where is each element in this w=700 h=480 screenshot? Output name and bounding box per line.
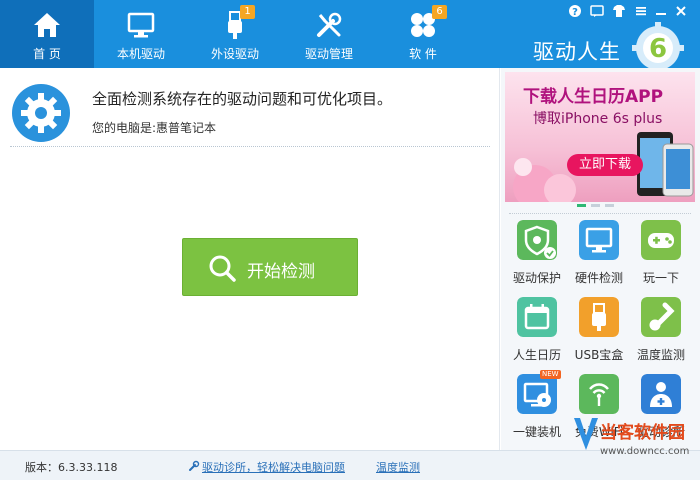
top-nav-bar: 首 页 本机驱动 1 外设驱动 驱动管理 6 软 件 ? 驱动人生 6 — [0, 0, 700, 70]
watermark: 当客软件园 www.downcc.com — [570, 410, 700, 480]
pager-dot[interactable] — [605, 204, 614, 207]
promo-subtitle: 博取iPhone 6s plus — [533, 111, 663, 127]
tools-icon — [317, 12, 342, 37]
tab-driver-management[interactable]: 驱动管理 — [282, 0, 376, 68]
logo-digit: 6 — [649, 34, 667, 64]
wrench-icon — [189, 460, 200, 471]
message-icon[interactable] — [588, 4, 606, 20]
driver-clinic-link[interactable]: 驱动诊所，轻松解决电脑问题 — [202, 459, 345, 475]
side-divider — [509, 213, 691, 214]
start-scan-label: 开始检测 — [247, 262, 315, 282]
divider — [10, 146, 490, 147]
svg-text:?: ? — [572, 7, 578, 18]
tab-peripheral-drivers-label: 外设驱动 — [210, 47, 259, 61]
tool-driver-protect[interactable]: 驱动保护 — [506, 220, 568, 290]
version-text: 版本：6.3.33.118 — [25, 461, 118, 474]
monitor-check-icon — [579, 220, 619, 260]
doctor-icon — [641, 374, 681, 414]
promo-banner[interactable]: 下载人生日历APP 博取iPhone 6s plus 立即下载 — [505, 72, 695, 202]
watermark-text: 当客软件园 — [600, 423, 685, 443]
skin-icon[interactable] — [610, 4, 628, 20]
tool-label: 温度监测 — [636, 348, 685, 362]
home-icon — [34, 13, 60, 37]
help-icon[interactable]: ? — [566, 4, 584, 20]
pager-dot[interactable] — [577, 204, 586, 207]
tab-home[interactable]: 首 页 — [0, 0, 94, 68]
peripheral-badge: 1 — [240, 5, 255, 19]
wifi-icon — [579, 374, 619, 414]
tool-hardware-check[interactable]: 硬件检测 — [568, 220, 630, 290]
tool-calendar[interactable]: 人生日历 — [506, 297, 568, 367]
tab-peripheral-drivers[interactable]: 1 外设驱动 — [188, 0, 282, 68]
brand-logo-icon: 6 — [632, 22, 684, 70]
brand-name: 驱动人生 — [533, 40, 621, 64]
gear-icon — [21, 93, 61, 133]
tab-local-drivers-label: 本机驱动 — [116, 47, 165, 61]
tab-software[interactable]: 6 软 件 — [376, 0, 470, 68]
gamepad-icon — [641, 220, 681, 260]
tool-one-click-install[interactable]: NEW 一键装机 — [506, 370, 568, 444]
thermometer-icon — [641, 297, 681, 337]
start-scan-button[interactable]: 开始检测 — [182, 238, 358, 296]
tool-play[interactable]: 玩一下 — [630, 220, 692, 290]
software-badge: 6 — [432, 5, 447, 19]
menu-icon[interactable] — [632, 4, 650, 20]
calendar-icon — [517, 297, 557, 337]
search-icon — [209, 255, 236, 282]
tool-temperature[interactable]: 温度监测 — [630, 297, 692, 367]
window-controls: ? — [566, 4, 692, 20]
close-icon[interactable] — [672, 4, 690, 20]
computer-model: 您的电脑是:惠普笔记本 — [92, 121, 217, 135]
pager-dot[interactable] — [591, 204, 600, 207]
temperature-link[interactable]: 温度监测 — [376, 459, 420, 475]
tab-local-drivers[interactable]: 本机驱动 — [94, 0, 188, 68]
new-badge: NEW — [540, 370, 561, 379]
promo-title: 下载人生日历APP — [523, 87, 664, 107]
main-panel: 全面检测系统存在的驱动问题和可优化项目。 您的电脑是:惠普笔记本 开始检测 — [0, 68, 500, 450]
watermark-url: www.downcc.com — [600, 446, 690, 457]
tab-software-label: 软 件 — [409, 47, 437, 61]
main-title: 全面检测系统存在的驱动问题和可优化项目。 — [92, 90, 393, 108]
tab-home-label: 首 页 — [33, 47, 61, 61]
tab-driver-management-label: 驱动管理 — [304, 47, 353, 61]
usb-box-icon — [579, 297, 619, 337]
promo-download-button[interactable]: 立即下载 — [567, 154, 643, 176]
banner-pager — [577, 204, 637, 208]
watermark-logo-icon — [574, 418, 598, 450]
shield-icon — [517, 220, 557, 260]
tool-usb-box[interactable]: USB宝盒 — [568, 297, 630, 367]
gear-icon-circle — [12, 84, 70, 142]
tool-label: 玩一下 — [642, 271, 679, 285]
monitor-icon — [127, 12, 155, 38]
side-panel: 下载人生日历APP 博取iPhone 6s plus 立即下载 驱动保护 硬件检… — [501, 68, 700, 450]
disc-icon — [517, 374, 557, 414]
minimize-icon[interactable] — [652, 4, 670, 20]
